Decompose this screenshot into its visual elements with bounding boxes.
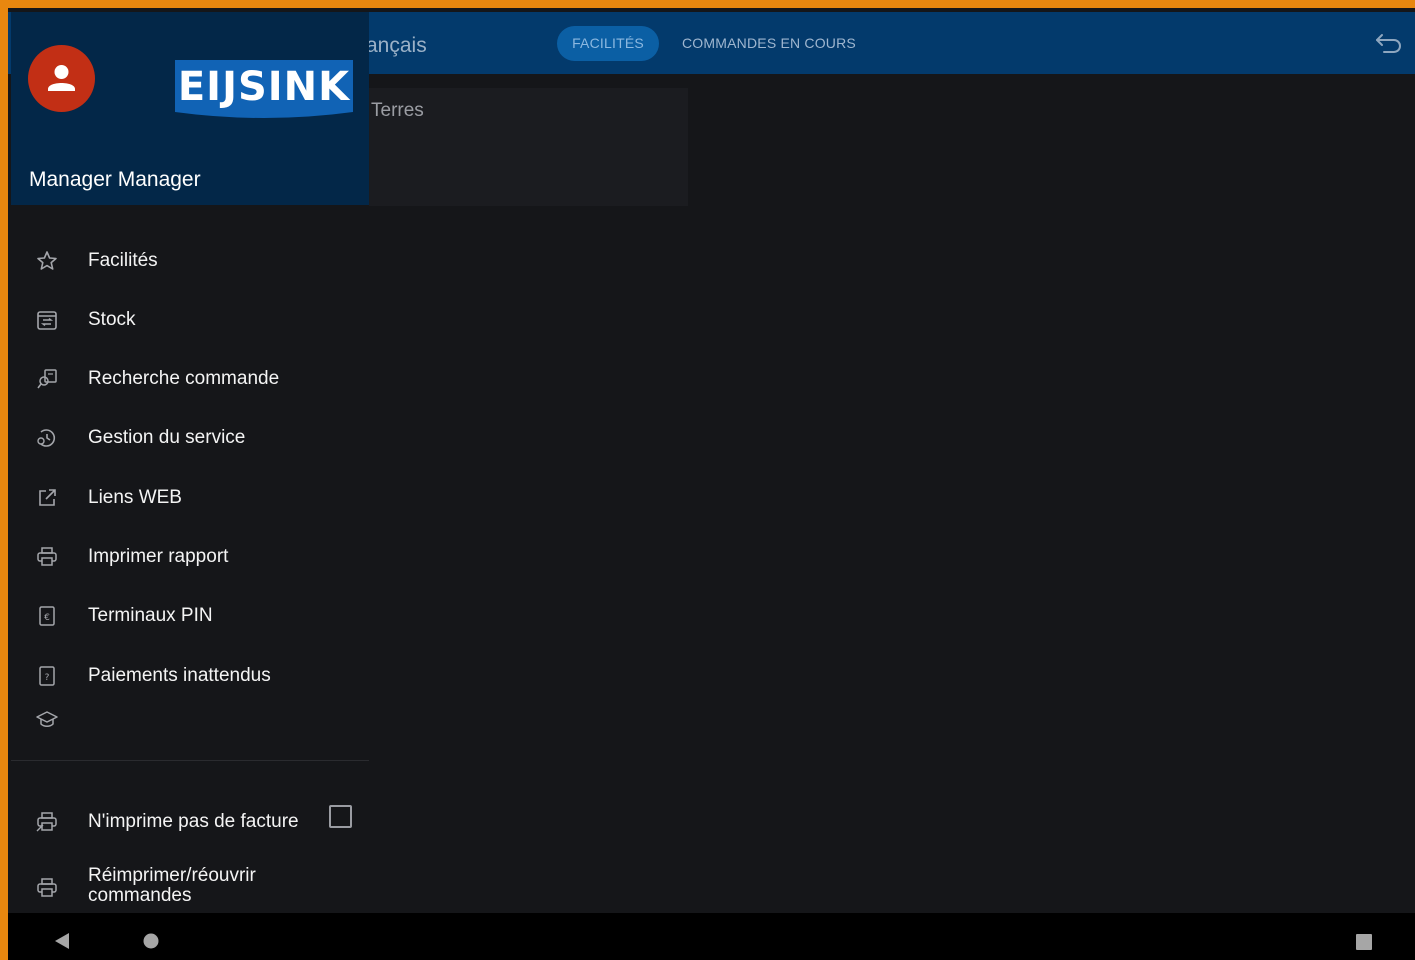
menu-item-label: Facilités bbox=[88, 250, 158, 271]
menu-item-gestion-du-service[interactable]: Gestion du service bbox=[11, 410, 369, 466]
pin-terminal-icon: € bbox=[35, 604, 59, 628]
search-order-icon bbox=[35, 367, 59, 391]
tab-facilites[interactable]: FACILITÉS bbox=[557, 26, 659, 61]
menu-item-label: Paiements inattendus bbox=[88, 665, 271, 686]
tab-commandes-en-cours[interactable]: COMMANDES EN COURS bbox=[682, 35, 856, 51]
star-icon bbox=[35, 249, 59, 273]
svg-text:€: € bbox=[44, 613, 50, 623]
menu-item-paiements-inattendus[interactable]: ? Paiements inattendus bbox=[11, 648, 369, 704]
menu-item-label: Terminaux PIN bbox=[88, 605, 213, 626]
external-link-icon bbox=[35, 486, 59, 510]
drawer-header: EIJSINK Manager Manager bbox=[11, 12, 369, 205]
menu-item-training[interactable] bbox=[11, 698, 369, 742]
menu-item-no-invoice[interactable]: N'imprime pas de facture bbox=[11, 794, 369, 850]
eijsink-logo: EIJSINK bbox=[175, 60, 353, 120]
nav-home-icon[interactable] bbox=[143, 933, 159, 949]
language-selector[interactable]: ançais bbox=[366, 34, 427, 58]
menu-item-label: Gestion du service bbox=[88, 427, 246, 448]
user-name: Manager Manager bbox=[29, 168, 201, 191]
menu-item-imprimer-rapport[interactable]: Imprimer rapport bbox=[11, 529, 369, 585]
service-icon bbox=[35, 426, 59, 450]
printer-icon bbox=[35, 545, 59, 569]
menu-item-label: Recherche commande bbox=[88, 368, 280, 389]
logo-text: EIJSINK bbox=[177, 64, 351, 110]
menu-item-terminaux-pin[interactable]: € Terminaux PIN bbox=[11, 588, 369, 644]
menu-item-label: N'imprime pas de facture bbox=[88, 811, 299, 832]
menu-item-label: Liens WEB bbox=[88, 487, 182, 508]
no-invoice-checkbox[interactable] bbox=[329, 805, 352, 828]
menu-item-reprint-orders[interactable]: Réimprimer/réouvrir commandes bbox=[11, 862, 369, 912]
menu-item-label: Imprimer rapport bbox=[88, 546, 229, 567]
printer-icon bbox=[35, 876, 59, 900]
device-screen: ançais FACILITÉS COMMANDES EN COURS Terr… bbox=[8, 8, 1415, 960]
user-icon bbox=[48, 65, 75, 91]
nav-back-icon[interactable] bbox=[54, 933, 70, 949]
undo-arrow-icon[interactable] bbox=[1374, 32, 1404, 54]
facility-card[interactable]: Terres bbox=[366, 88, 688, 206]
reprint-label-line2: commandes bbox=[88, 885, 192, 906]
system-navigation-bar bbox=[8, 913, 1415, 960]
stock-icon bbox=[35, 308, 59, 332]
menu-item-stock[interactable]: Stock bbox=[11, 292, 369, 348]
menu-item-liens-web[interactable]: Liens WEB bbox=[11, 470, 369, 526]
menu-item-label: Stock bbox=[88, 309, 136, 330]
reprint-label-line1: Réimprimer/réouvrir bbox=[88, 865, 256, 886]
printer-icon bbox=[35, 810, 59, 834]
menu-item-facilites[interactable]: Facilités bbox=[11, 233, 369, 289]
facility-card-title: Terres bbox=[371, 100, 424, 121]
nav-recents-icon[interactable] bbox=[1356, 934, 1372, 950]
navigation-drawer: EIJSINK Manager Manager Facilités Stock … bbox=[11, 12, 369, 913]
avatar[interactable] bbox=[28, 45, 95, 112]
unexpected-payment-icon: ? bbox=[35, 664, 59, 688]
drawer-divider bbox=[11, 760, 369, 761]
svg-text:?: ? bbox=[45, 673, 50, 683]
menu-item-recherche-commande[interactable]: Recherche commande bbox=[11, 351, 369, 407]
graduation-cap-icon bbox=[35, 708, 59, 732]
